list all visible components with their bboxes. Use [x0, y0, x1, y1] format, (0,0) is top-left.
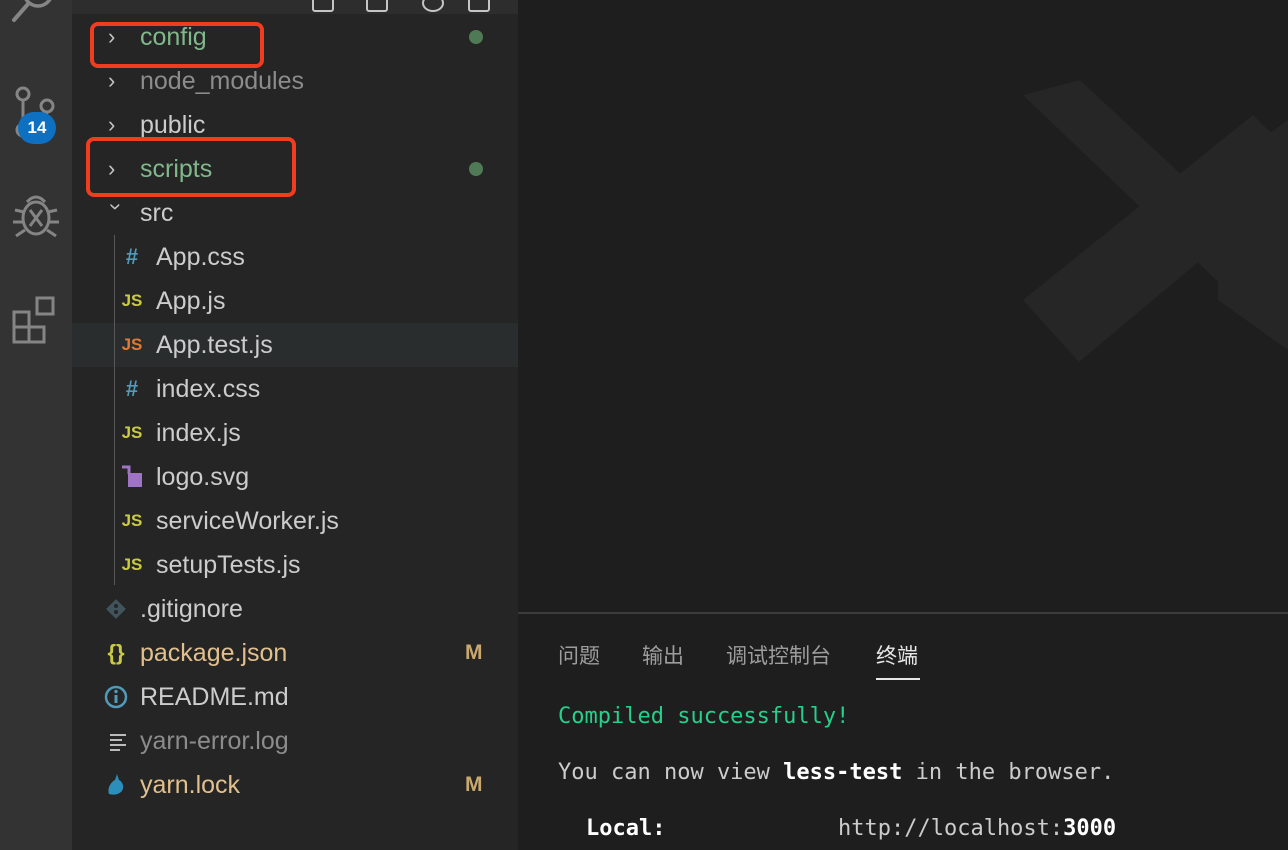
- new-folder-icon[interactable]: [366, 0, 388, 12]
- tree-file-service-worker-js[interactable]: JS serviceWorker.js: [72, 499, 518, 543]
- tree-item-label: setupTests.js: [156, 550, 301, 579]
- tree-item-label: README.md: [140, 682, 289, 711]
- tree-file-package-json[interactable]: {} package.json M: [72, 631, 518, 675]
- tree-item-label: .gitignore: [140, 594, 243, 623]
- tree-file-app-test-js[interactable]: JS App.test.js: [72, 323, 518, 367]
- bottom-panel: 问题 输出 调试控制台 终端 Compiled successfully! Yo…: [518, 612, 1288, 850]
- test-js-file-icon: JS: [121, 335, 143, 354]
- git-status-dot: [469, 162, 483, 176]
- tree-item-label: logo.svg: [156, 462, 250, 491]
- tree-item-label: App.css: [156, 242, 245, 271]
- js-file-icon: JS: [121, 291, 143, 310]
- tree-item-label: src: [140, 198, 174, 227]
- tab-output[interactable]: 输出: [642, 640, 684, 670]
- js-file-icon: JS: [121, 423, 143, 442]
- terminal-line-compiled: Compiled successfully!: [558, 704, 850, 729]
- terminal-url-prefix: http://localhost:: [838, 816, 1064, 841]
- tree-file-index-css[interactable]: # index.css: [72, 367, 518, 411]
- tree-file-gitignore[interactable]: .gitignore: [72, 587, 518, 631]
- indent-guide: [114, 235, 115, 585]
- tree-item-label: index.css: [156, 374, 261, 403]
- activity-bar: 14: [0, 0, 72, 850]
- explorer-sidebar: › config › node_modules › public › scrip…: [72, 0, 518, 850]
- search-icon[interactable]: [0, 0, 72, 28]
- collapse-all-icon[interactable]: [468, 0, 490, 12]
- svg-file-icon: [118, 463, 146, 491]
- terminal-app-name: less-test: [783, 760, 903, 785]
- tree-file-readme-md[interactable]: README.md: [72, 675, 518, 719]
- css-file-icon: #: [125, 376, 139, 401]
- active-tab-indicator: [876, 678, 920, 680]
- css-file-icon: #: [125, 244, 139, 269]
- git-icon: [102, 595, 130, 623]
- tree-file-app-js[interactable]: JS App.js: [72, 279, 518, 323]
- lines-icon: [104, 727, 132, 755]
- js-file-icon: JS: [121, 511, 143, 530]
- terminal-port: 3000: [1063, 816, 1117, 841]
- explorer-toolbar: [72, 0, 518, 14]
- scm-badge: 14: [18, 112, 56, 144]
- yarn-icon: [102, 771, 130, 799]
- info-icon: [102, 683, 130, 711]
- tree-file-app-css[interactable]: # App.css: [72, 235, 518, 279]
- tab-terminal[interactable]: 终端: [876, 640, 918, 670]
- extensions-icon[interactable]: [0, 296, 72, 346]
- tab-problems[interactable]: 问题: [558, 640, 600, 670]
- git-status-dot: [469, 30, 483, 44]
- highlight-box-config: [90, 22, 264, 68]
- debug-icon[interactable]: [0, 190, 72, 242]
- new-file-icon[interactable]: [312, 0, 334, 12]
- tree-item-label: public: [140, 110, 206, 139]
- git-modified-badge: M: [465, 641, 483, 664]
- tree-item-label: node_modules: [140, 66, 305, 95]
- tree-item-label: package.json: [140, 638, 288, 667]
- json-file-icon: {}: [107, 640, 125, 665]
- highlight-box-scripts: [86, 137, 296, 197]
- terminal-local-url[interactable]: http://localhost:3000: [838, 816, 1116, 841]
- tree-file-yarn-lock[interactable]: yarn.lock M: [72, 763, 518, 807]
- tree-item-label: yarn-error.log: [140, 726, 289, 755]
- tree-item-label: App.js: [156, 286, 226, 315]
- terminal-line-view: You can now view less-test in the browse…: [558, 760, 1114, 785]
- tree-file-setup-tests-js[interactable]: JS setupTests.js: [72, 543, 518, 587]
- terminal-text: You can now view: [558, 760, 784, 785]
- chevron-right-icon: ›: [108, 112, 116, 137]
- vscode-watermark-icon: [1023, 80, 1288, 362]
- terminal-local-label: Local:: [586, 816, 666, 841]
- tree-item-label: yarn.lock: [140, 770, 241, 799]
- tree-file-logo-svg[interactable]: logo.svg: [72, 455, 518, 499]
- editor-area: [518, 0, 1288, 612]
- tree-file-yarn-error-log[interactable]: yarn-error.log: [72, 719, 518, 763]
- file-tree: › config › node_modules › public › scrip…: [72, 15, 518, 807]
- tree-item-label: App.test.js: [156, 330, 273, 359]
- js-file-icon: JS: [121, 555, 143, 574]
- tree-item-label: serviceWorker.js: [156, 506, 339, 535]
- chevron-down-icon: ›: [104, 203, 129, 211]
- chevron-right-icon: ›: [108, 68, 116, 93]
- tree-item-label: index.js: [156, 418, 241, 447]
- tree-file-index-js[interactable]: JS index.js: [72, 411, 518, 455]
- tree-folder-src[interactable]: › src: [72, 191, 518, 235]
- terminal-text: in the browser.: [902, 760, 1115, 785]
- refresh-icon[interactable]: [422, 0, 444, 12]
- terminal-line-local: Local:: [586, 816, 665, 841]
- git-modified-badge: M: [465, 773, 483, 796]
- tab-debug-console[interactable]: 调试控制台: [726, 640, 831, 670]
